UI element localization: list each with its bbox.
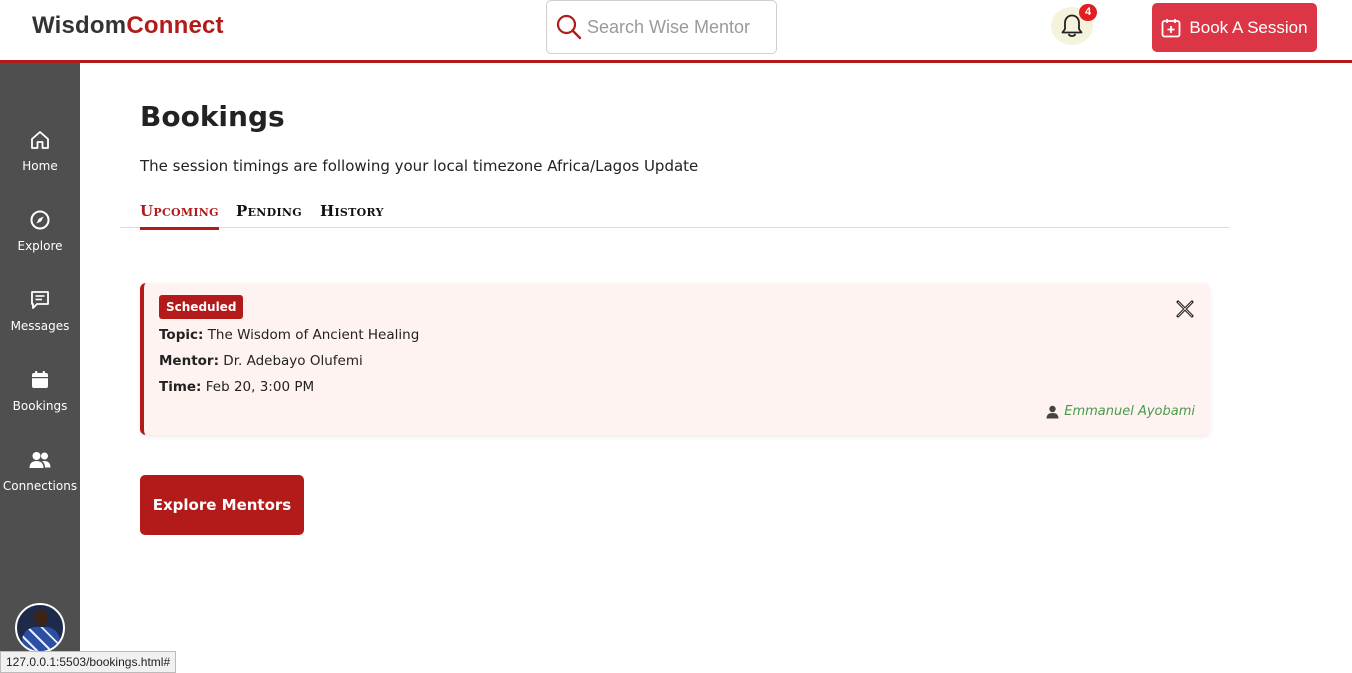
time-value: Feb 20, 3:00 PM bbox=[205, 379, 315, 395]
logo-part-wisdom: Wisdom bbox=[32, 12, 127, 39]
timezone-note: The session timings are following your l… bbox=[140, 157, 699, 175]
calendar-icon bbox=[32, 371, 48, 388]
topic-value: The Wisdom of Ancient Healing bbox=[207, 327, 420, 343]
mentee-info: Emmanuel Ayobami bbox=[1045, 404, 1195, 419]
sidebar-item-connections[interactable]: Connections bbox=[0, 449, 80, 519]
time-row: Time: Feb 20, 3:00 PM bbox=[159, 379, 314, 395]
search-box[interactable] bbox=[546, 0, 777, 54]
sidebar-item-bookings[interactable]: Bookings bbox=[0, 369, 80, 439]
booking-card: Scheduled Topic: The Wisdom of Ancient H… bbox=[140, 283, 1210, 435]
message-icon bbox=[31, 291, 49, 309]
topic-label: Topic: bbox=[159, 327, 204, 343]
mentor-value: Dr. Adebayo Olufemi bbox=[223, 353, 363, 369]
avatar-image-shirt bbox=[22, 627, 60, 651]
explore-mentors-button[interactable]: Explore Mentors bbox=[140, 475, 304, 535]
sidebar-item-label: Messages bbox=[10, 319, 70, 333]
users-icon bbox=[29, 452, 51, 468]
mentee-name[interactable]: Emmanuel Ayobami bbox=[1064, 404, 1195, 419]
sidebar-item-label: Explore bbox=[17, 239, 63, 253]
sidebar-item-home[interactable]: Home bbox=[0, 129, 80, 199]
time-label: Time: bbox=[159, 379, 202, 395]
page-title: Bookings bbox=[140, 100, 285, 133]
search-input[interactable] bbox=[587, 11, 767, 43]
sidebar-item-explore[interactable]: Explore bbox=[0, 209, 80, 279]
topic-row: Topic: The Wisdom of Ancient Healing bbox=[159, 327, 419, 343]
sidebar-item-label: Connections bbox=[2, 479, 78, 493]
book-session-label: Book A Session bbox=[1189, 17, 1308, 37]
mentor-row: Mentor: Dr. Adebayo Olufemi bbox=[159, 353, 363, 369]
close-icon bbox=[1176, 300, 1194, 318]
book-session-button[interactable]: Book A Session bbox=[1152, 3, 1317, 52]
booking-tabs: Upcoming Pending History bbox=[120, 196, 1230, 230]
status-badge: Scheduled bbox=[159, 295, 244, 319]
mentor-label: Mentor: bbox=[159, 353, 219, 369]
calendar-plus-icon bbox=[1162, 18, 1181, 37]
tab-history[interactable]: History bbox=[320, 202, 384, 220]
user-icon bbox=[1046, 405, 1059, 419]
status-bar-url: 127.0.0.1:5503/bookings.html# bbox=[0, 651, 177, 673]
home-icon bbox=[31, 131, 49, 149]
user-avatar[interactable] bbox=[15, 603, 65, 653]
compass-icon bbox=[30, 210, 50, 230]
tab-pending[interactable]: Pending bbox=[236, 202, 302, 220]
cancel-booking-button[interactable] bbox=[1174, 298, 1196, 320]
sidebar-item-label: Home bbox=[22, 159, 58, 173]
sidebar: Home Explore Messages Bookings Connectio… bbox=[0, 63, 80, 673]
app-logo[interactable]: WisdomConnect bbox=[32, 12, 224, 40]
search-icon bbox=[556, 14, 582, 40]
sidebar-item-label: Bookings bbox=[12, 399, 68, 413]
notification-count-badge: 4 bbox=[1079, 4, 1097, 21]
sidebar-item-messages[interactable]: Messages bbox=[0, 289, 80, 359]
logo-part-connect: Connect bbox=[126, 12, 224, 39]
avatar-image-face bbox=[34, 609, 48, 626]
top-header: WisdomConnect 4 Book A Session bbox=[0, 0, 1352, 63]
tab-upcoming[interactable]: Upcoming bbox=[140, 202, 219, 230]
